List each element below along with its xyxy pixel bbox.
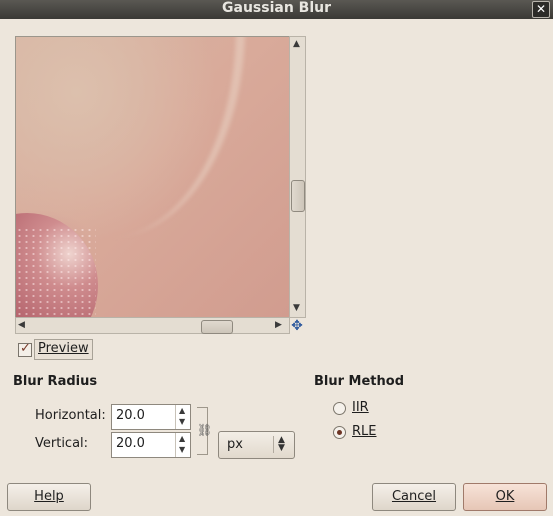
vertical-value[interactable]: 20.0 [116, 436, 145, 451]
preview-image[interactable] [15, 36, 292, 318]
skin-edge [16, 37, 245, 237]
help-button[interactable]: Help [7, 483, 91, 511]
scroll-right-icon[interactable]: ▶ [275, 320, 282, 330]
horizontal-spinbox[interactable]: 20.0 ▲ ▼ [111, 404, 191, 430]
vertical-down-icon[interactable]: ▼ [179, 445, 185, 454]
window-title: Gaussian Blur [222, 0, 331, 16]
scroll-up-icon[interactable]: ▲ [293, 39, 300, 49]
radio-rle[interactable] [333, 426, 346, 439]
preview-label-text: Preview [38, 341, 89, 356]
radio-iir-label[interactable]: IIR [352, 400, 369, 415]
ok-button[interactable]: OK [463, 483, 547, 511]
vertical-up-icon[interactable]: ▲ [179, 434, 185, 443]
checkmark-icon: ✓ [20, 341, 31, 356]
blur-method-heading: Blur Method [314, 374, 405, 389]
close-icon: ✕ [535, 2, 547, 16]
cancel-button-label: Cancel [391, 489, 437, 504]
blur-radius-heading: Blur Radius [13, 374, 98, 389]
select-arrows-icon: ▲ ▼ [278, 435, 285, 453]
horizontal-label: Horizontal: [35, 408, 106, 423]
preview-checkbox[interactable]: ✓ [18, 341, 32, 357]
chain-link-icon[interactable]: ⛓ [197, 421, 212, 439]
unit-select[interactable]: px ▲ ▼ [218, 431, 295, 459]
horizontal-scroll-thumb[interactable] [201, 320, 233, 334]
scroll-left-icon[interactable]: ◀ [18, 320, 25, 330]
select-divider [273, 436, 274, 453]
horizontal-value[interactable]: 20.0 [116, 408, 145, 423]
scroll-down-icon[interactable]: ▼ [293, 303, 300, 313]
horizontal-up-icon[interactable]: ▲ [179, 406, 185, 415]
title-bar: Gaussian Blur ✕ [0, 0, 553, 19]
vertical-scroll-thumb[interactable] [291, 180, 305, 212]
radio-iir[interactable] [333, 402, 346, 415]
close-button[interactable]: ✕ [532, 1, 550, 18]
vertical-scrollbar[interactable]: ▲ ▼ [289, 36, 306, 318]
horizontal-scrollbar[interactable]: ◀ ▶ [15, 317, 290, 334]
preview-toggle-label[interactable]: Preview [34, 339, 93, 360]
vertical-spinbox[interactable]: 20.0 ▲ ▼ [111, 432, 191, 458]
navigate-icon[interactable]: ✥ [290, 319, 304, 333]
vertical-label: Vertical: [35, 436, 89, 451]
help-button-label: Help [34, 489, 64, 504]
ok-button-label: OK [495, 489, 515, 504]
radio-rle-label[interactable]: RLE [352, 424, 377, 439]
horizontal-down-icon[interactable]: ▼ [179, 417, 185, 426]
lip-texture [16, 227, 96, 317]
cancel-button[interactable]: Cancel [372, 483, 456, 511]
unit-value: px [227, 437, 243, 452]
